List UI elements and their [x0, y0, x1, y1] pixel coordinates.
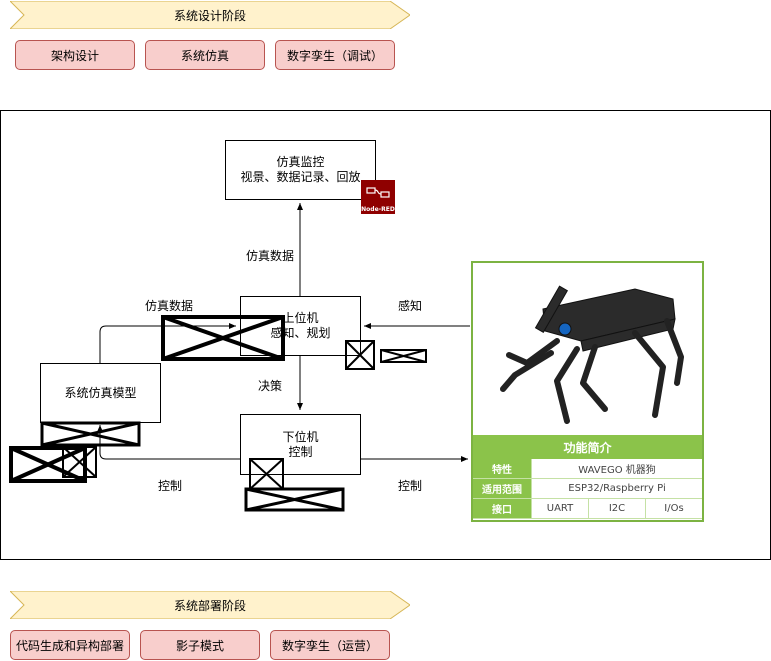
edge-label-control-right: 控制 [398, 479, 423, 493]
robot-row-features: 特性 WAVEGO 机器狗 [473, 459, 702, 479]
upper-computer-subtitle: 感知、规划 [270, 326, 331, 340]
lower-computer-title: 下位机 [282, 429, 319, 444]
sim-model-box[interactable]: 系统仿真模型 [40, 363, 161, 423]
row-value: ESP32/Raspberry Pi [531, 479, 702, 499]
row-key: 适用范围 [473, 479, 531, 499]
robot-info-card: 功能简介 特性 WAVEGO 机器狗 适用范围 ESP32/Raspberry … [471, 261, 704, 522]
step-digital-twin-ops[interactable]: 数字孪生（运营） [270, 630, 390, 660]
row-key: 特性 [473, 459, 531, 479]
sim-model-label: 系统仿真模型 [64, 385, 137, 400]
lower-computer-subtitle: 控制 [288, 444, 313, 459]
row-key: 接口 [473, 499, 531, 519]
lower-computer-box[interactable]: 下位机 控制 [240, 414, 361, 475]
node-red-icon: Node-RED [361, 180, 395, 214]
edge-label-sim-data-up: 仿真数据 [246, 249, 295, 263]
sim-monitor-box[interactable]: 仿真监控 视景、数据记录、回放 [225, 140, 376, 200]
node-red-label: Node-RED [361, 206, 395, 213]
deploy-stage-label: 系统部署阶段 [173, 598, 246, 613]
row-value: I2C [588, 499, 645, 519]
robot-card-title: 功能简介 [473, 435, 702, 459]
edge-label-control-left: 控制 [158, 479, 183, 493]
step-codegen-deploy[interactable]: 代码生成和异构部署 [10, 630, 130, 660]
sim-monitor-title: 仿真监控 [276, 155, 325, 169]
sim-monitor-subtitle: 视景、数据记录、回放 [240, 170, 361, 184]
step-shadow-mode[interactable]: 影子模式 [140, 630, 260, 660]
robot-dog-image [500, 285, 684, 424]
row-value: I/Os [645, 499, 702, 519]
row-value: WAVEGO 机器狗 [531, 459, 702, 479]
row-value: UART [531, 499, 588, 519]
upper-computer-box[interactable]: 上位机 感知、规划 [240, 296, 361, 356]
edge-label-decision: 决策 [258, 379, 283, 393]
robot-row-interface: 接口 UART I2C I/Os [473, 499, 702, 519]
edge-label-sim-data-left: 仿真数据 [145, 299, 194, 313]
edge-label-perceive: 感知 [398, 299, 423, 313]
deploy-stage-banner: 系统部署阶段 [10, 591, 410, 619]
robot-row-scope: 适用范围 ESP32/Raspberry Pi [473, 479, 702, 499]
upper-computer-title: 上位机 [282, 311, 319, 325]
